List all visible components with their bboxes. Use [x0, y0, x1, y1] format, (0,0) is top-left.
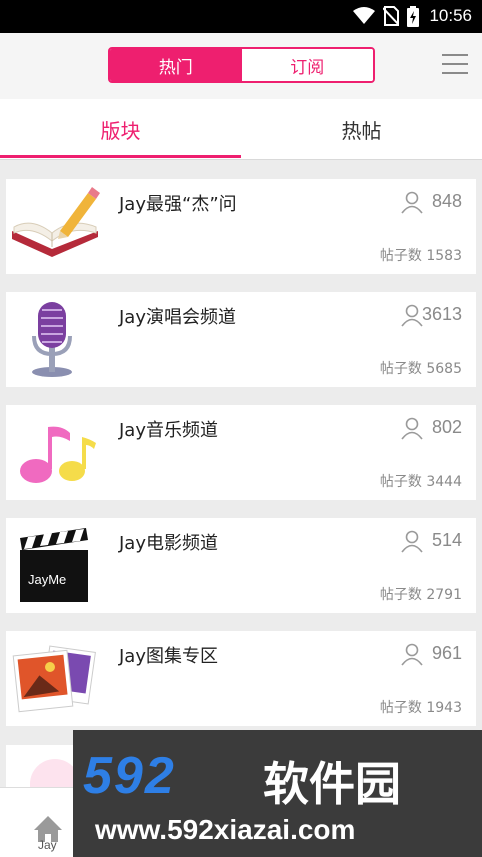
forum-title: Jay最强“杰”问: [119, 194, 237, 215]
user-icon: [401, 530, 423, 553]
list-item[interactable]: Jay图集专区 961 帖子数 1943: [6, 631, 476, 726]
tab-indicator: [0, 155, 241, 158]
list-item[interactable]: JayMe Jay电影频道 514 帖子数 2791: [6, 518, 476, 613]
member-count: 3613: [421, 304, 462, 324]
segment-tab-subscribe[interactable]: 订阅: [241, 49, 373, 81]
sub-tabs: 版块 热帖: [0, 99, 482, 160]
watermark-brand: 592: [83, 747, 176, 805]
post-count: 帖子数 5685: [379, 361, 462, 377]
member-count: 514: [431, 530, 462, 550]
forum-title: Jay电影频道: [119, 533, 218, 554]
tab-hot-posts[interactable]: 热帖: [241, 99, 482, 159]
segment-tab-hot[interactable]: 热门: [110, 49, 242, 81]
forum-title: Jay演唱会频道: [119, 307, 236, 328]
list-item[interactable]: Jay最强“杰”问 848 帖子数 1583: [6, 179, 476, 274]
user-icon: [401, 643, 423, 666]
status-bar: 10:56: [0, 0, 482, 33]
user-icon: [401, 304, 423, 327]
list-item[interactable]: Jay音乐频道 802 帖子数 3444: [6, 405, 476, 500]
music-note-icon: [20, 426, 96, 483]
list-item[interactable]: Jay演唱会频道 3613 帖子数 5685: [6, 292, 476, 387]
member-count: 961: [431, 643, 462, 663]
forum-title: Jay音乐频道: [119, 420, 218, 441]
user-icon: [401, 191, 423, 214]
forum-title: Jay图集专区: [119, 646, 218, 667]
hamburger-menu-icon[interactable]: [440, 50, 470, 78]
top-bar: 热门 订阅: [0, 33, 482, 99]
book-pencil-icon: [12, 187, 100, 257]
watermark-brand-cn: 软件园: [263, 757, 401, 811]
status-time: 10:56: [429, 6, 472, 25]
photo-album-icon: [12, 645, 96, 713]
watermark-url: www.592xiazai.com: [95, 814, 356, 845]
member-count: 848: [431, 191, 462, 211]
member-count: 802: [431, 417, 462, 437]
post-count: 帖子数 3444: [379, 474, 462, 490]
no-sim-icon: [383, 6, 400, 26]
tab-sections[interactable]: 版块: [0, 99, 241, 159]
battery-charging-icon: [407, 5, 420, 27]
user-icon: [401, 417, 423, 440]
clapperboard-icon: JayMe: [20, 528, 88, 602]
post-count: 帖子数 2791: [379, 587, 462, 603]
post-count: 帖子数 1583: [379, 248, 462, 264]
wifi-icon: [353, 7, 376, 24]
status-icons: 10:56: [353, 5, 472, 27]
segmented-control: 热门 订阅: [108, 47, 375, 83]
watermark: 592 软件园 www.592xiazai.com: [73, 730, 482, 857]
nav-home-label[interactable]: Jay: [38, 838, 57, 852]
clapperboard-text: JayMe: [28, 572, 66, 587]
microphone-icon: [32, 302, 72, 377]
post-count: 帖子数 1943: [379, 700, 462, 716]
